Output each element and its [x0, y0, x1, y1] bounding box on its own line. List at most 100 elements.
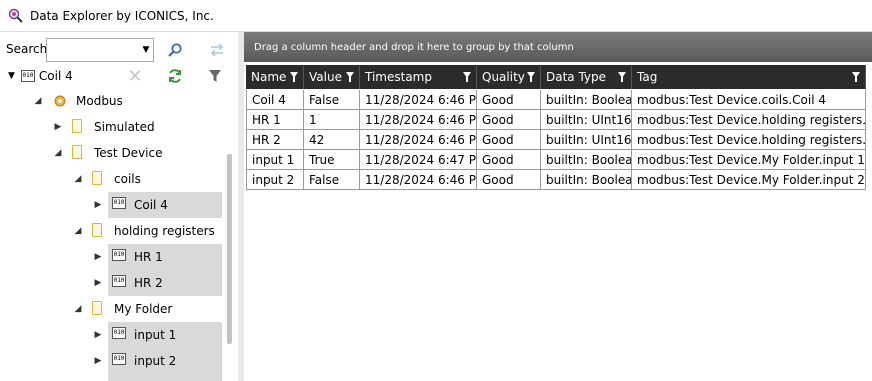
column-label: Quality: [482, 70, 525, 84]
tree-node-label: Modbus: [76, 94, 123, 108]
cell-name: input 2: [246, 170, 304, 190]
tag-icon: 010: [112, 249, 126, 261]
table-row[interactable]: input 2 False 11/28/2024 6:46 PM Good bu…: [246, 170, 866, 190]
cell-timestamp: 11/28/2024 6:46 PM: [360, 170, 477, 190]
folder-icon-shape: [72, 119, 82, 133]
tree-node-label: coils: [114, 172, 141, 186]
column-header-name[interactable]: Name: [246, 65, 304, 89]
refresh-button[interactable]: [160, 64, 190, 88]
tree-node-my-folder[interactable]: ◢ My Folder: [72, 296, 172, 322]
tree-node-input-1[interactable]: ▶ 010 input 1: [92, 322, 176, 348]
data-grid-pane: Drag a column header and drop it here to…: [244, 32, 872, 381]
tag-tree[interactable]: ◢ Modbus ▶ Simulated ◢ Test Device ◢ coi…: [0, 92, 240, 381]
cell-value: 42: [304, 130, 360, 150]
collapsed-arrow-icon[interactable]: ▶: [92, 200, 104, 210]
cell-quality: Good: [477, 130, 541, 150]
table-row[interactable]: HR 1 1 11/28/2024 6:46 PM Good builtIn: …: [246, 110, 866, 130]
folder-icon-shape: [92, 223, 102, 237]
cell-tag: modbus:Test Device.holding registers.HR …: [632, 110, 866, 130]
table-row[interactable]: input 1 True 11/28/2024 6:47 PM Good bui…: [246, 150, 866, 170]
collapsed-arrow-icon[interactable]: ▶: [92, 278, 104, 288]
group-panel[interactable]: Drag a column header and drop it here to…: [244, 32, 872, 62]
tree-node-modbus[interactable]: ◢ Modbus: [32, 92, 123, 114]
column-header-value[interactable]: Value: [304, 65, 360, 89]
tree-node-hr-1[interactable]: ▶ 010 HR 1: [92, 244, 163, 270]
expanded-arrow-icon[interactable]: ◢: [52, 148, 64, 158]
cell-name: HR 2: [246, 130, 304, 150]
tree-node-simulated[interactable]: ▶ Simulated: [52, 114, 155, 140]
filter-icon[interactable]: [618, 72, 626, 82]
tree-node-label: My Folder: [114, 302, 173, 316]
column-header-tag[interactable]: Tag: [632, 65, 866, 89]
tag-icon-wrap: 010: [112, 275, 126, 291]
search-button[interactable]: [160, 38, 190, 62]
swap-button[interactable]: [202, 38, 232, 62]
cell-name: HR 1: [246, 110, 304, 130]
title-bar: Data Explorer by ICONICS, Inc.: [0, 0, 872, 32]
close-icon: ✕: [127, 65, 143, 87]
tree-node-test-device[interactable]: ◢ Test Device: [52, 140, 162, 166]
modbus-gear-icon: [54, 95, 66, 107]
cell-quality: Good: [477, 90, 541, 110]
selection-combo[interactable]: ▼ 010 Coil 4: [6, 64, 114, 88]
tree-node-coil-4[interactable]: ▶ 010 Coil 4: [92, 192, 168, 218]
chevron-down-icon[interactable]: ▼: [139, 39, 153, 61]
tree-node-label: HR 1: [134, 250, 163, 264]
tag-icon-wrap: 010: [112, 353, 126, 369]
cell-value: False: [304, 170, 360, 190]
cell-name: input 1: [246, 150, 304, 170]
cell-value: False: [304, 90, 360, 110]
filter-icon[interactable]: [527, 72, 535, 82]
search-input[interactable]: ▼: [46, 38, 154, 62]
tag-icon: 010: [112, 275, 126, 287]
cell-tag: modbus:Test Device.holding registers.HR …: [632, 130, 866, 150]
cell-value: True: [304, 150, 360, 170]
cell-quality: Good: [477, 110, 541, 130]
collapsed-arrow-icon[interactable]: ▶: [92, 252, 104, 262]
folder-icon: [72, 119, 86, 135]
filter-button[interactable]: [200, 64, 230, 88]
search-icon: [168, 43, 182, 57]
group-hint: Drag a column header and drop it here to…: [254, 41, 574, 53]
cell-timestamp: 11/28/2024 6:47 PM: [360, 150, 477, 170]
cell-data-type: builtIn: UInt16: [541, 110, 632, 130]
collapsed-arrow-icon[interactable]: ▶: [92, 356, 104, 366]
expanded-arrow-icon[interactable]: ◢: [72, 304, 84, 314]
collapsed-arrow-icon[interactable]: ▶: [92, 330, 104, 340]
collapsed-arrow-icon[interactable]: ▶: [52, 122, 64, 132]
chevron-down-icon[interactable]: ▼: [8, 71, 15, 81]
tree-node-coils[interactable]: ◢ coils: [72, 166, 141, 192]
filter-icon: [209, 70, 221, 82]
expanded-arrow-icon[interactable]: ◢: [72, 174, 84, 184]
expanded-arrow-icon[interactable]: ◢: [72, 226, 84, 236]
filter-icon[interactable]: [852, 72, 860, 82]
cell-quality: Good: [477, 170, 541, 190]
filter-icon[interactable]: [346, 72, 354, 82]
tag-icon: 010: [112, 327, 126, 339]
tree-scrollbar[interactable]: [227, 154, 232, 344]
search-label: Search:: [6, 42, 52, 56]
tree-node-label: HR 2: [134, 276, 163, 290]
table-row[interactable]: Coil 4 False 11/28/2024 6:46 PM Good bui…: [246, 90, 866, 110]
selection-row: ▼ 010 Coil 4 ✕: [0, 64, 240, 90]
refresh-icon: [169, 69, 181, 83]
column-header-quality[interactable]: Quality: [477, 65, 541, 89]
column-header-data-type[interactable]: Data Type: [541, 65, 632, 89]
tree-node-holding-registers[interactable]: ◢ holding registers: [72, 218, 215, 244]
tree-node-label: Coil 4: [134, 198, 168, 212]
cell-timestamp: 11/28/2024 6:46 PM: [360, 110, 477, 130]
tree-node-label: input 1: [134, 328, 177, 342]
tree-node-hr-2[interactable]: ▶ 010 HR 2: [92, 270, 163, 296]
filter-icon[interactable]: [290, 72, 298, 82]
table-row[interactable]: HR 2 42 11/28/2024 6:46 PM Good builtIn:…: [246, 130, 866, 150]
app-magnifier-icon: [8, 8, 23, 23]
column-header-timestamp[interactable]: Timestamp: [360, 65, 477, 89]
filter-icon[interactable]: [463, 72, 471, 82]
tag-icon: 010: [20, 70, 35, 82]
cell-tag: modbus:Test Device.coils.Coil 4: [632, 90, 866, 110]
tree-node-input-2[interactable]: ▶ 010 input 2: [92, 348, 176, 374]
search-row: Search: ▼: [0, 36, 240, 64]
expanded-arrow-icon[interactable]: ◢: [32, 96, 44, 106]
clear-button[interactable]: ✕: [120, 64, 150, 88]
tree-node-label: input 2: [134, 354, 177, 368]
